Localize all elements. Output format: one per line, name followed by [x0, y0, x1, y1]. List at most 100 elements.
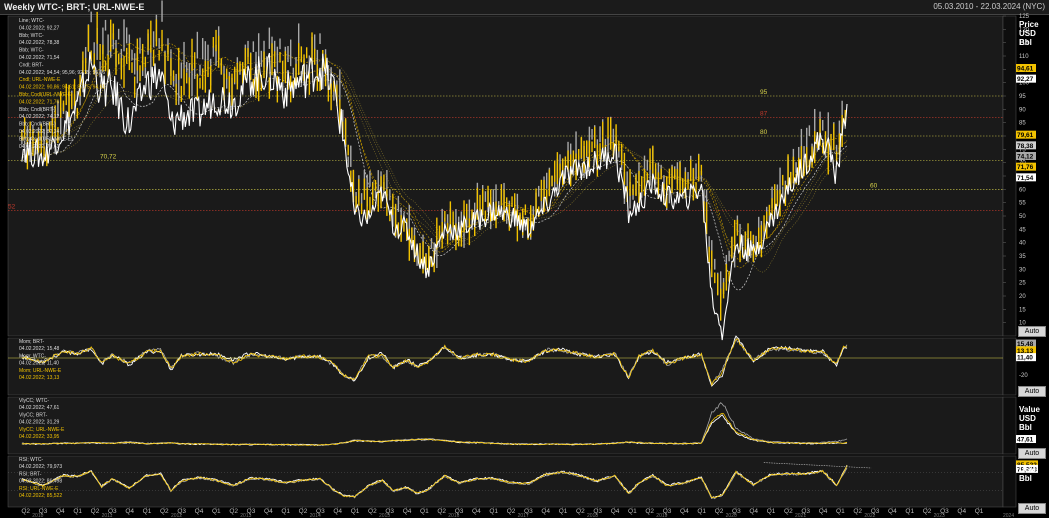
pane-1-axis-area [1002, 337, 1017, 396]
value-tag-label: 94,61 [1017, 66, 1034, 73]
legend-entry: Bbb; WTC- [19, 48, 44, 54]
x-tick-label: Q2 [923, 508, 932, 515]
pane-2-axis-area [1002, 396, 1017, 455]
level-label: 95 [760, 89, 768, 96]
unit-price: Price [1019, 20, 1039, 29]
x-tick-label: Q1 [697, 508, 706, 515]
x-tick-label: Q2 [229, 508, 238, 515]
legend-entry: Mom; WTC- [19, 353, 46, 359]
legend-entry: 04.02.2022; 11,40 [19, 361, 59, 367]
legend-entry: Bbb; WTC- [19, 33, 44, 39]
year-label: 2023 [934, 513, 945, 518]
legend-entry: 04.02.2022; 33,95 [19, 434, 60, 440]
x-tick-label: Q4 [957, 508, 966, 515]
year-label: 2014 [310, 513, 321, 518]
x-tick-label: Q1 [836, 508, 845, 515]
legend-entry: Bbb; Cndl(BRT-) [19, 107, 56, 113]
y-tick-label: 15 [1019, 307, 1026, 313]
x-tick-label: Q1 [281, 508, 290, 515]
unit-bbl-2: Bbl [1019, 423, 1032, 432]
legend-entry: 04.02.2022; 82,24 [19, 129, 60, 135]
x-tick-label: Q2 [299, 508, 308, 515]
value-tag-label: 92,27 [1017, 76, 1034, 83]
value-tag-label: 74,12 [1017, 154, 1034, 161]
legend-entry: 04.02.2022; 71,54 [19, 55, 60, 61]
x-tick-label: Q1 [212, 508, 221, 515]
legend-entry: VlyCC; URL-NWE-E [19, 427, 65, 433]
x-tick-label: Q4 [680, 508, 689, 515]
legend-entry: Line; WTC- [19, 18, 45, 24]
unit-bbl-3: Bbl [1019, 474, 1032, 483]
x-tick-label: Q4 [403, 508, 412, 515]
x-tick-label: Q2 [437, 508, 446, 515]
unit-usd-2: USD [1019, 414, 1036, 423]
x-tick-label: Q4 [611, 508, 620, 515]
y-tick-label: 35 [1019, 254, 1026, 260]
legend-entry: 04.02.2022; 92,27 [19, 25, 60, 31]
level-label: 60 [870, 182, 878, 189]
auto-scale-button-main[interactable]: Auto [1018, 326, 1046, 337]
year-label: 2016 [448, 513, 459, 518]
x-tick-label: Q4 [819, 508, 828, 515]
level-label: 80 [760, 129, 768, 136]
legend-entry: 04.02.2022; 74,12 [19, 114, 60, 120]
legend-entry: Cndl; BRT- [19, 62, 44, 68]
year-label: 2020 [726, 513, 737, 518]
x-tick-label: Q1 [628, 508, 637, 515]
y-tick-label: 90 [1019, 107, 1026, 113]
unit-value: Value [1019, 405, 1040, 414]
legend-entry: 04.02.2022; 79,61 [19, 144, 60, 150]
value-tag-label: 78,38 [1017, 143, 1034, 150]
unit-bbl: Bbl [1019, 38, 1032, 47]
value-tag-label: 79,61 [1017, 132, 1034, 139]
legend-entry: Bbb; Cndl(URL-NWE-E) [19, 92, 73, 98]
x-tick-label: Q4 [264, 508, 273, 515]
y-tick-label: -20 [1019, 373, 1028, 379]
year-label: 2015 [379, 513, 390, 518]
x-tick-label: Q4 [333, 508, 342, 515]
chart-canvas[interactable]: Q2 Q3 Q4 Q1 Q2 Q3 Q4 Q1 Q2 Q3 Q4 Q1 Q2 Q3 Q4 Q1 Q2 Q3 Q4 Q1… [0, 0, 1049, 518]
year-label: 2018 [587, 513, 598, 518]
auto-scale-button-mom[interactable]: Auto [1018, 386, 1046, 397]
value-tag-label: 11,40 [1017, 355, 1033, 362]
rsi-unit-label: USD Bbl [1019, 465, 1036, 483]
x-tick-label: Q2 [853, 508, 862, 515]
x-tick-label: Q2 [576, 508, 585, 515]
y-tick-label: 85 [1019, 121, 1026, 127]
legend-entry: Mom; URL-NWE-E [19, 368, 62, 374]
x-tick-label: Q1 [905, 508, 914, 515]
x-tick-label: Q1 [351, 508, 360, 515]
pane-3-axis-area [1002, 455, 1017, 508]
legend-entry: Cndl; URL-NWE-E [19, 77, 61, 83]
x-tick-label: Q4 [195, 508, 204, 515]
legend-entry: 04.02.2022; 85,522 [19, 493, 62, 499]
x-tick-label: Q4 [56, 508, 65, 515]
x-tick-label: Q1 [489, 508, 498, 515]
legend-entry: RSI; URL-NWE-E [19, 486, 59, 492]
pane-3-plot-area [7, 455, 1004, 508]
auto-scale-button-rsi[interactable]: Auto [1018, 503, 1046, 514]
y-tick-label: 20 [1019, 294, 1026, 300]
x-tick-label: Q1 [767, 508, 776, 515]
x-tick-label: Q2 [645, 508, 654, 515]
x-tick-label: Q2 [160, 508, 169, 515]
x-tick-label: Q2 [21, 508, 30, 515]
auto-scale-button-vlycc[interactable]: Auto [1018, 448, 1046, 459]
level-label: 52 [8, 204, 16, 211]
legend-entry: 04.02.2022; 90,86; 94,61; 87,75; 94,61 [19, 85, 105, 91]
y-tick-label: 45 [1019, 227, 1026, 233]
x-tick-label: Q4 [541, 508, 550, 515]
year-label: 2021 [795, 513, 806, 518]
unit-usd-3: USD [1019, 465, 1036, 474]
year-label: 2022 [864, 513, 875, 518]
x-tick-label: Q4 [888, 508, 897, 515]
legend-entry: VlyCC; WTC- [19, 398, 49, 404]
legend-entry: 04.02.2022; 15,48 [19, 346, 60, 352]
year-label: 2012 [171, 513, 182, 518]
year-label: 2024 [1003, 513, 1014, 518]
legend-entry: 04.02.2022; 13,13 [19, 375, 60, 381]
legend-entry: RSI; WTC- [19, 457, 43, 463]
year-label: 2011 [102, 513, 113, 518]
legend-entry: Bbb; Cndl(BRT-) [19, 122, 56, 128]
legend-entry: 04.02.2022; 86,498 [19, 479, 62, 485]
